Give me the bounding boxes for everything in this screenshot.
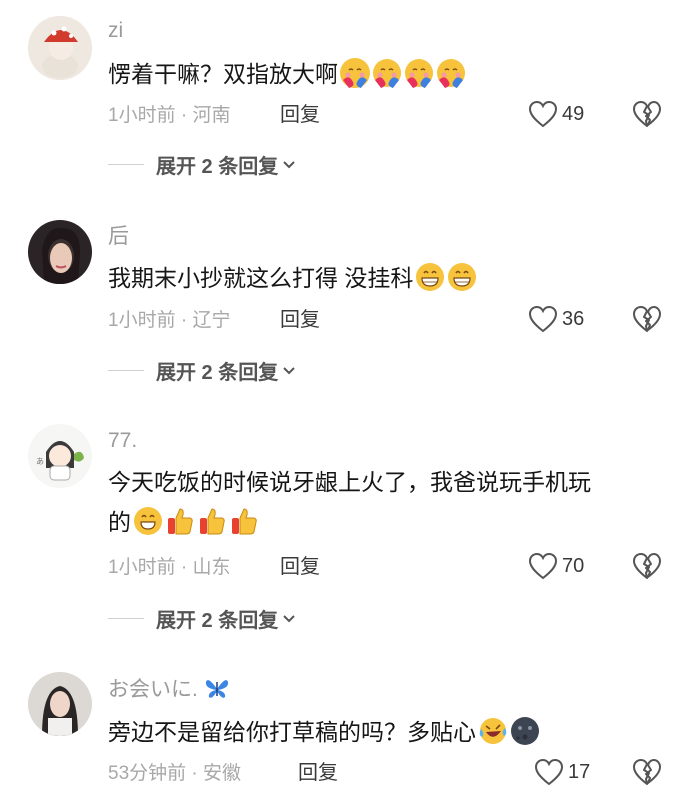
- like-count: 49: [562, 102, 585, 125]
- expand-replies-label: 展开 2 条回复: [156, 156, 279, 178]
- comment-text: 愣着干嘛？双指放大啊: [108, 54, 668, 94]
- thumbs-up-icon: [229, 506, 259, 536]
- heart-icon: [534, 758, 564, 786]
- like-button[interactable]: 70: [528, 552, 584, 580]
- comment-meta: 1小时前 · 河南: [108, 106, 230, 125]
- username[interactable]: zi: [108, 20, 123, 41]
- like-count: 17: [568, 760, 591, 783]
- like-button[interactable]: 36: [528, 305, 584, 333]
- comment-text: 我期末小抄就这么打得 没挂科: [108, 258, 668, 298]
- reply-button[interactable]: 回复: [280, 310, 320, 330]
- meta-separator: ·: [186, 763, 204, 784]
- username[interactable]: お会いに.: [108, 678, 230, 700]
- divider: [108, 164, 144, 165]
- dislike-button[interactable]: [632, 305, 662, 338]
- comment-text-content: 的: [108, 509, 131, 535]
- meta-separator: ·: [175, 557, 193, 578]
- expand-replies[interactable]: 展开 2 条回复: [108, 356, 296, 385]
- divider: [108, 618, 144, 619]
- comment-text-content: 愣着干嘛？双指放大啊: [108, 61, 338, 87]
- chevron-down-icon: [283, 366, 295, 374]
- chevron-down-icon: [283, 160, 295, 168]
- comment-meta: 1小时前 · 辽宁: [108, 311, 230, 330]
- grinning-face-icon: [133, 506, 163, 536]
- expand-replies-label: 展开 2 条回复: [156, 362, 279, 384]
- broken-heart-icon: [633, 306, 661, 332]
- dislike-button[interactable]: [632, 100, 662, 133]
- comment-text: 今天吃饭的时候说牙龈上火了，我爸说玩手机玩 的: [108, 462, 668, 542]
- location: 辽宁: [192, 310, 231, 331]
- divider: [108, 370, 144, 371]
- heart-icon: [528, 100, 558, 128]
- expand-replies[interactable]: 展开 2 条回复: [108, 150, 296, 179]
- like-count: 70: [562, 554, 585, 577]
- heart-icon: [528, 552, 558, 580]
- comment-meta: 53分钟前 · 安徽: [108, 764, 241, 783]
- hugging-face-icon: [372, 58, 402, 88]
- timestamp: 1小时前: [108, 557, 176, 578]
- broken-heart-icon: [633, 101, 661, 127]
- thumbs-up-icon: [197, 506, 227, 536]
- reply-button[interactable]: 回复: [280, 557, 320, 577]
- like-count: 36: [562, 307, 585, 330]
- timestamp: 1小时前: [108, 310, 176, 331]
- dislike-button[interactable]: [632, 552, 662, 585]
- expand-replies[interactable]: 展开 2 条回复: [108, 604, 296, 633]
- avatar[interactable]: [28, 220, 92, 284]
- like-button[interactable]: 17: [534, 758, 590, 786]
- grinning-face-icon: [415, 262, 445, 292]
- username[interactable]: 77.: [108, 430, 137, 451]
- timestamp: 1小时前: [108, 105, 176, 126]
- hugging-face-icon: [340, 58, 370, 88]
- location: 山东: [192, 557, 231, 578]
- dislike-button[interactable]: [632, 758, 662, 791]
- avatar[interactable]: [28, 672, 92, 736]
- comment-text-content: 旁边不是留给你打草稿的吗？多贴心: [108, 719, 476, 745]
- like-button[interactable]: 49: [528, 100, 584, 128]
- avatar[interactable]: [28, 16, 92, 80]
- heart-icon: [528, 305, 558, 333]
- svg-text:あ: あ: [36, 457, 44, 466]
- timestamp: 53分钟前: [108, 763, 187, 784]
- expand-replies-label: 展开 2 条回复: [156, 610, 279, 632]
- butterfly-icon: [205, 680, 228, 698]
- comment-meta: 1小时前 · 山东: [108, 558, 230, 577]
- meta-separator: ·: [175, 310, 193, 331]
- hugging-face-icon: [436, 58, 466, 88]
- meta-separator: ·: [175, 105, 193, 126]
- comment-1: zi 愣着干嘛？双指放大啊 1小时前 · 河南 回复 49 展开 2 条回复: [0, 0, 690, 200]
- comment-text: 旁边不是留给你打草稿的吗？多贴心: [108, 712, 668, 752]
- reply-button[interactable]: 回复: [280, 105, 320, 125]
- hugging-face-icon: [404, 58, 434, 88]
- chevron-down-icon: [283, 614, 295, 622]
- comment-text-line-2: 的: [108, 502, 668, 542]
- comment-text-line-1: 今天吃饭的时候说牙龈上火了，我爸说玩手机玩: [108, 469, 591, 495]
- username[interactable]: 后: [108, 226, 129, 247]
- laughing-tears-icon: [478, 716, 508, 746]
- broken-heart-icon: [633, 553, 661, 579]
- location: 安徽: [203, 763, 242, 784]
- location: 河南: [192, 105, 231, 126]
- avatar[interactable]: あ: [28, 424, 92, 488]
- thumbs-up-icon: [165, 506, 195, 536]
- username-text: お会いに.: [108, 678, 198, 701]
- grinning-face-icon: [447, 262, 477, 292]
- comment-text-content: 我期末小抄就这么打得 没挂科: [108, 265, 414, 291]
- broken-heart-icon: [633, 759, 661, 785]
- reply-button[interactable]: 回复: [298, 763, 338, 783]
- dark-moon-face-icon: [510, 716, 540, 746]
